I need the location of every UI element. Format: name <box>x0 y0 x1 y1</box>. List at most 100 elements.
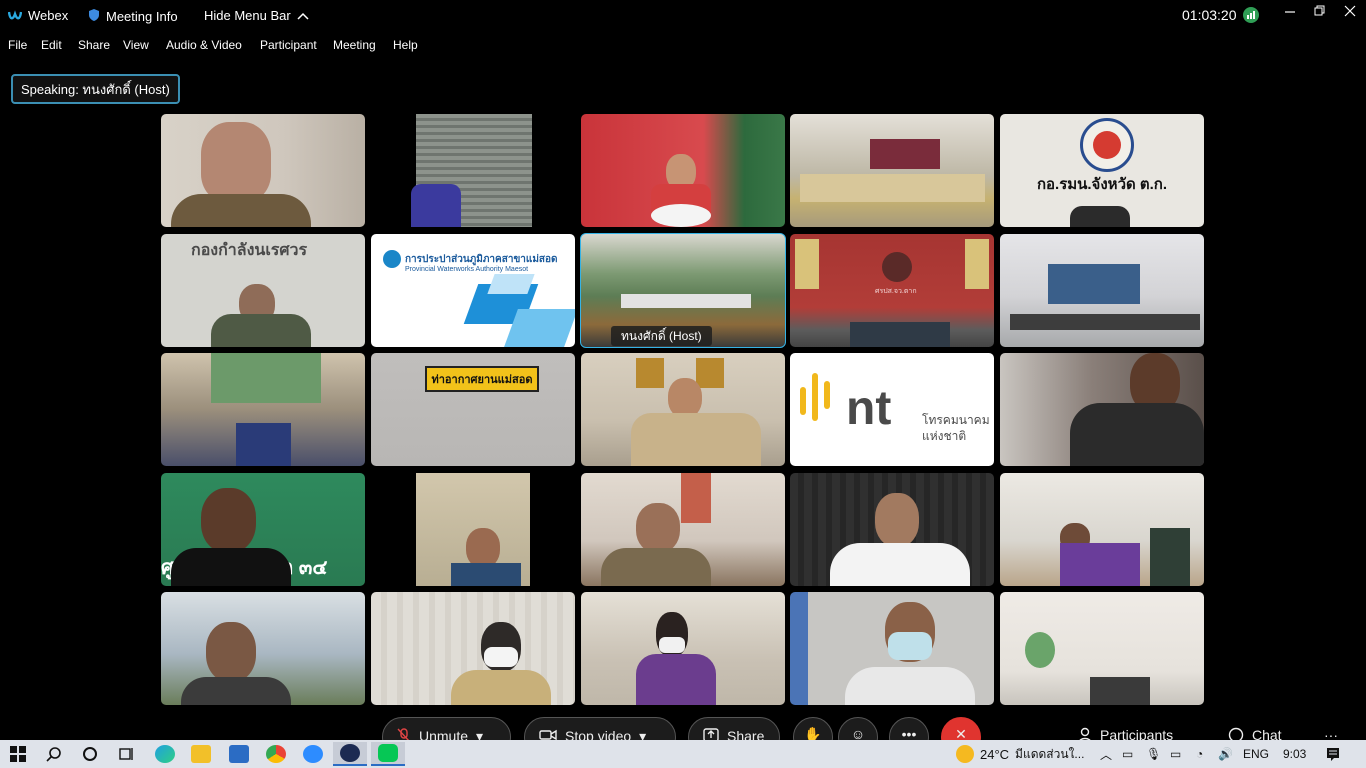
sun-cloud-icon <box>956 745 974 763</box>
video-tile[interactable] <box>581 114 785 227</box>
menu-view[interactable]: View <box>123 38 149 52</box>
reactions-button[interactable]: ☺ <box>838 717 878 740</box>
menu-file[interactable]: File <box>8 38 27 52</box>
taskbar-app-zoom[interactable] <box>303 744 323 764</box>
video-tile[interactable]: กองกำลังนเรศวร <box>161 234 365 347</box>
video-tile[interactable] <box>1000 234 1204 347</box>
zoom-icon <box>303 745 323 763</box>
video-tile-active-speaker[interactable]: ทนงศักดิ์ (Host) <box>580 233 786 348</box>
notifications-button[interactable] <box>1325 744 1341 764</box>
hide-menu-bar-button[interactable]: Hide Menu Bar <box>204 8 309 23</box>
mail-icon <box>229 745 249 763</box>
cortana-button[interactable] <box>82 744 98 764</box>
clock[interactable]: 9:03 <box>1283 744 1306 764</box>
video-tile[interactable] <box>371 114 575 227</box>
video-tile[interactable] <box>581 592 785 705</box>
video-feed <box>790 473 994 586</box>
meeting-controls: Unmute ▾ Stop video ▾ Share ✋ ☺ ••• ✕ Pa… <box>0 706 1366 740</box>
hand-icon: ✋ <box>804 726 822 740</box>
menu-audio-video[interactable]: Audio & Video <box>166 38 242 52</box>
minimize-button[interactable] <box>1284 5 1296 17</box>
video-feed <box>790 592 994 705</box>
video-feed: ท่าอากาศยานแม่สอด <box>371 353 575 466</box>
video-tile[interactable] <box>1000 353 1204 466</box>
network-stats-icon[interactable] <box>1242 7 1259 23</box>
tray-volume-icon[interactable]: 🔊 <box>1218 744 1233 764</box>
chevron-down-icon: ▾ <box>639 728 647 740</box>
chat-bubble-icon <box>1228 727 1244 740</box>
video-feed <box>371 114 575 227</box>
taskbar-app-chrome[interactable] <box>266 744 286 764</box>
pwa-logo-icon <box>383 250 401 268</box>
tray-microphone-icon[interactable]: 🎙 <box>1146 744 1161 764</box>
video-feed <box>1000 353 1204 466</box>
video-tile[interactable] <box>790 114 994 227</box>
task-view-button[interactable] <box>117 744 135 764</box>
participants-button[interactable]: Participants <box>1064 717 1204 740</box>
overflow-menu-button[interactable]: ··· <box>1318 717 1358 740</box>
chat-button[interactable]: Chat <box>1214 717 1304 740</box>
video-tile[interactable] <box>371 592 575 705</box>
stop-video-button[interactable]: Stop video ▾ <box>524 717 676 740</box>
unmute-button[interactable]: Unmute ▾ <box>382 717 511 740</box>
video-tile[interactable]: ท่าอากาศยานแม่สอด <box>371 353 575 466</box>
meeting-info-button[interactable]: Meeting Info <box>88 8 178 25</box>
show-hidden-icons-button[interactable]: ︿ <box>1100 744 1112 764</box>
video-camera-icon <box>539 728 557 740</box>
more-dots-icon: ··· <box>1324 727 1338 740</box>
taskbar-app-webex[interactable] <box>333 742 367 766</box>
start-button[interactable] <box>10 744 26 764</box>
search-button[interactable] <box>46 744 62 764</box>
menu-share[interactable]: Share <box>78 38 110 52</box>
menu-help[interactable]: Help <box>393 38 418 52</box>
speaking-indicator: Speaking: ทนงศักดิ์ (Host) <box>11 74 180 104</box>
taskbar-app-edge[interactable] <box>155 744 175 764</box>
language-indicator[interactable]: ENG <box>1243 744 1269 764</box>
leave-meeting-button[interactable]: ✕ <box>941 717 981 740</box>
video-tile[interactable] <box>161 353 365 466</box>
taskbar-app-explorer[interactable] <box>191 744 211 764</box>
wifi-icon: ◔ <box>1196 747 1204 761</box>
share-label: Share <box>727 728 765 740</box>
video-tile[interactable]: nt โทรคมนาคม แห่งชาติ <box>790 353 994 466</box>
video-tile[interactable] <box>1000 592 1204 705</box>
video-feed: nt โทรคมนาคม แห่งชาติ <box>790 353 994 466</box>
restore-button[interactable] <box>1314 5 1326 17</box>
more-options-button[interactable]: ••• <box>889 717 929 740</box>
video-tile[interactable] <box>371 473 575 586</box>
video-tile[interactable] <box>581 353 785 466</box>
smiley-plus-icon: ☺ <box>850 726 866 740</box>
close-button[interactable] <box>1344 5 1356 17</box>
video-tile[interactable] <box>161 592 365 705</box>
taskbar-app-line[interactable] <box>371 742 405 766</box>
host-name-tag: ทนงศักดิ์ (Host) <box>611 326 712 346</box>
menu-edit[interactable]: Edit <box>41 38 62 52</box>
timer-text: 01:03:20 <box>1182 7 1237 23</box>
video-tile[interactable]: ศูปก. ภ.จว.ตาก ๓๔ <box>161 473 365 586</box>
unmute-label: Unmute <box>419 728 469 740</box>
tray-wifi-icon[interactable]: ◔ <box>1196 744 1203 764</box>
menu-participant[interactable]: Participant <box>260 38 317 52</box>
tray-battery-icon[interactable]: ▭ <box>1170 744 1181 764</box>
video-tile[interactable] <box>790 592 994 705</box>
video-tile[interactable] <box>161 114 365 227</box>
video-tile[interactable] <box>1000 473 1204 586</box>
video-tile[interactable] <box>581 473 785 586</box>
sign-text: กอ.รมน.จังหวัด ต.ก. <box>1036 176 1168 193</box>
video-feed: ศรปส.จว.ตาก <box>790 234 994 347</box>
notification-center-icon <box>1327 748 1339 761</box>
taskbar-app-mail[interactable] <box>229 744 249 764</box>
raise-hand-button[interactable]: ✋ <box>793 717 833 740</box>
nt-logo-text: nt <box>846 382 892 435</box>
video-tile[interactable] <box>790 473 994 586</box>
menu-meeting[interactable]: Meeting <box>333 38 376 52</box>
weather-text: มีแดดส่วนใ... <box>1015 746 1085 761</box>
video-tile[interactable]: ศรปส.จว.ตาก <box>790 234 994 347</box>
video-tile[interactable]: การประปาส่วนภูมิภาคสาขาแม่สอด Provincial… <box>371 234 575 347</box>
share-button[interactable]: Share <box>688 717 780 740</box>
video-feed <box>1000 234 1204 347</box>
tray-device-icon[interactable]: ▭ <box>1122 744 1133 764</box>
video-tile[interactable]: กอ.รมน.จังหวัด ต.ก. <box>1000 114 1204 227</box>
weather-widget[interactable]: 24°C มีแดดส่วนใ... <box>956 744 1084 764</box>
app-title: Webex <box>7 8 68 23</box>
